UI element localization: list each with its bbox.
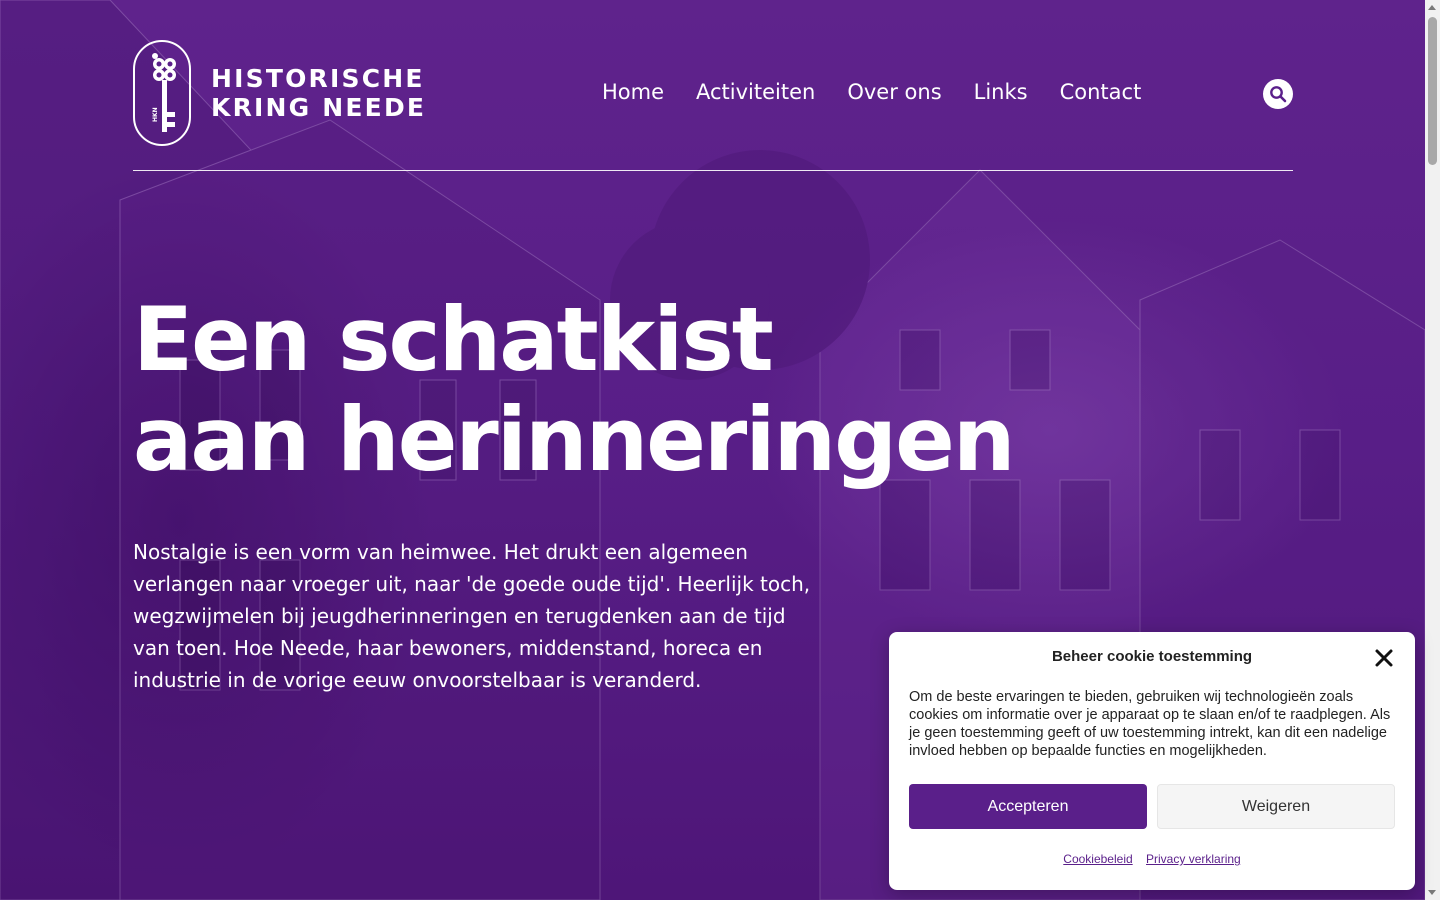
cookie-dialog-links: Cookiebeleid Privacy verklaring — [889, 852, 1415, 866]
search-icon — [1270, 86, 1287, 103]
cookie-dialog-message: Om de beste ervaringen te bieden, gebrui… — [909, 689, 1391, 759]
close-icon[interactable] — [1373, 647, 1395, 669]
page-scrollbar[interactable] — [1425, 0, 1440, 900]
cookie-policy-link[interactable]: Cookiebeleid — [1063, 852, 1132, 866]
cookie-dialog-title: Beheer cookie toestemming — [1051, 648, 1253, 665]
nav-item-home[interactable]: Home — [602, 80, 664, 104]
key-logo-icon: HKN — [133, 40, 191, 146]
privacy-statement-link[interactable]: Privacy verklaring — [1146, 852, 1241, 866]
nav-item-links[interactable]: Links — [974, 80, 1028, 104]
deny-cookies-button[interactable]: Weigeren — [1157, 784, 1395, 829]
logo-badge-text: HKN — [152, 107, 159, 122]
nav-item-over-ons[interactable]: Over ons — [847, 80, 941, 104]
scroll-down-icon[interactable] — [1428, 890, 1436, 895]
search-button[interactable] — [1263, 79, 1293, 109]
logo-name: HISTORISCHE KRING NEEDE — [211, 64, 426, 122]
main-nav: Home Activiteiten Over ons Links Contact — [602, 80, 1173, 104]
scroll-up-icon[interactable] — [1428, 5, 1436, 10]
site-header: HKN HISTORISCHE KRING NEEDE Home Activit… — [133, 40, 1293, 171]
nav-item-contact[interactable]: Contact — [1060, 80, 1142, 104]
nav-item-activiteiten[interactable]: Activiteiten — [696, 80, 815, 104]
hero-title-line-2: aan herinneringen — [133, 388, 1015, 491]
logo-line-2: KRING NEEDE — [211, 93, 427, 122]
cookie-consent-dialog: Beheer cookie toestemming Om de beste er… — [889, 632, 1415, 890]
accept-cookies-button[interactable]: Accepteren — [909, 784, 1147, 829]
hero-intro-text: Nostalgie is een vorm van heimwee. Het d… — [133, 540, 811, 692]
logo-line-1: HISTORISCHE — [211, 64, 425, 93]
hero-title: Een schatkist aan herinneringen — [133, 288, 1015, 491]
site-logo[interactable]: HKN HISTORISCHE KRING NEEDE — [133, 40, 443, 150]
hero-title-line-1: Een schatkist — [133, 288, 774, 391]
scrollbar-thumb[interactable] — [1428, 17, 1437, 165]
